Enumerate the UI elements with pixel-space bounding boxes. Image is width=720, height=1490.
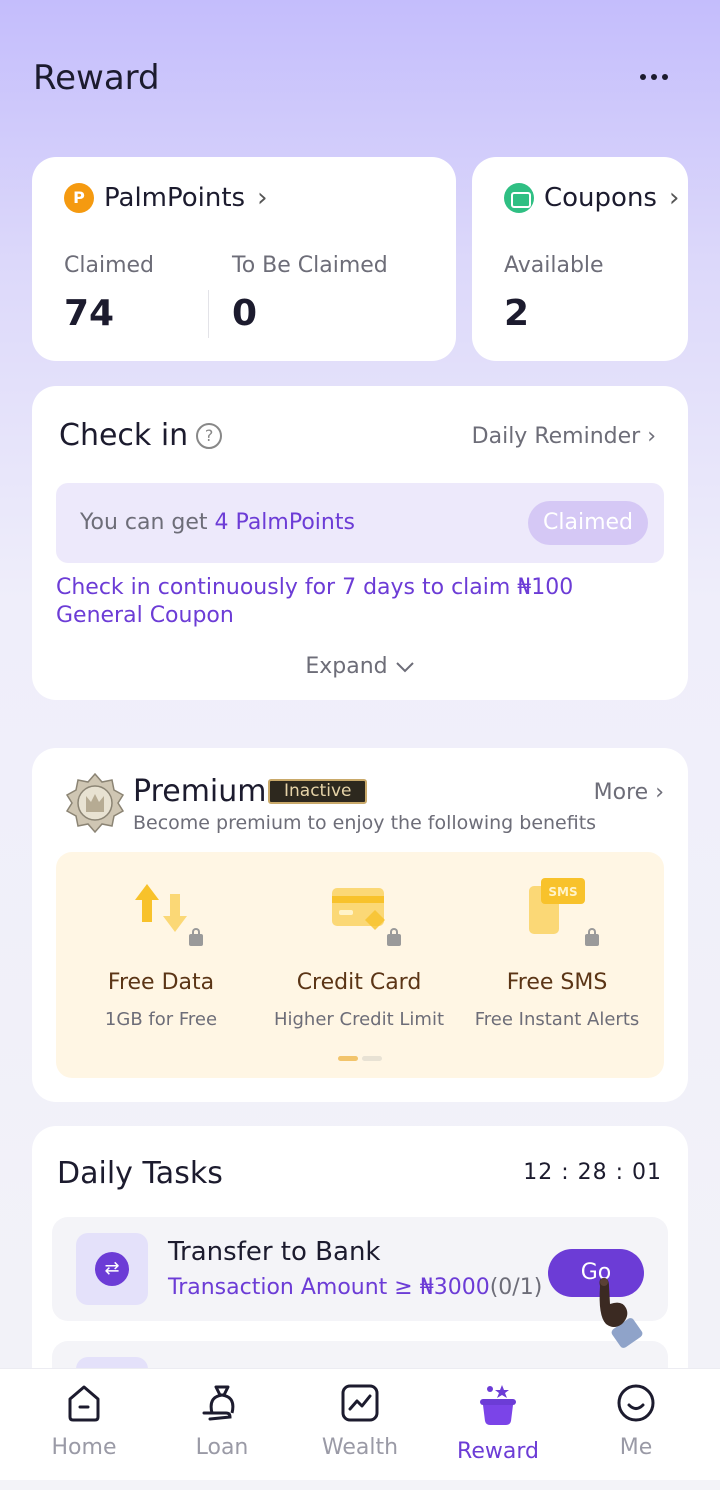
me-smile-icon (617, 1384, 655, 1422)
countdown-timer: 12 : 28 : 01 (523, 1160, 662, 1185)
home-icon (68, 1385, 100, 1422)
task-progress: (0/1) (489, 1275, 543, 1300)
check-in-reward-points: 4 PalmPoints (214, 510, 355, 535)
premium-badge-icon (64, 772, 126, 834)
coupons-header[interactable]: Coupons › (504, 183, 679, 213)
nav-item-reward[interactable]: Reward (438, 1383, 558, 1464)
nav-item-wealth[interactable]: Wealth (300, 1383, 420, 1460)
lock-icon (189, 928, 203, 946)
task-requirement-text: Transaction Amount ≥ ₦3000 (168, 1275, 490, 1300)
coupons-card[interactable]: Coupons › Available 2 (472, 157, 688, 361)
premium-more-link[interactable]: More › (594, 780, 664, 805)
page-title: Reward (33, 58, 160, 98)
chevron-right-icon: › (655, 780, 664, 805)
pointing-hand-icon (592, 1276, 652, 1352)
nav-label: Me (619, 1435, 653, 1460)
available-value: 2 (504, 293, 530, 334)
credit-card-icon (329, 878, 401, 946)
claimed-value: 74 (64, 293, 115, 334)
reward-pot-icon (480, 1385, 516, 1425)
indicator-dot (362, 1056, 382, 1061)
premium-card: Premium Inactive Become premium to enjoy… (32, 748, 688, 1102)
nav-label: Home (51, 1435, 117, 1460)
system-nav-bar (0, 1480, 720, 1490)
benefit-credit-card[interactable]: Credit Card Higher Credit Limit (258, 872, 460, 1030)
benefit-desc: Higher Credit Limit (273, 1009, 445, 1030)
expand-button[interactable]: Expand (32, 654, 688, 679)
chevron-down-icon (395, 654, 415, 679)
nav-item-me[interactable]: Me (576, 1383, 696, 1460)
claimed-label: Claimed (64, 253, 154, 278)
palmpoints-title: PalmPoints (104, 183, 246, 213)
nav-label: Reward (457, 1439, 539, 1464)
task-requirement: Transaction Amount ≥ ₦3000(0/1) (168, 1275, 542, 1300)
help-icon[interactable]: ? (196, 422, 223, 449)
daily-tasks-card: Daily Tasks 12 : 28 : 01 ⇄ Transfer to B… (32, 1126, 688, 1406)
coupon-icon (504, 183, 534, 213)
indicator-dot-active (338, 1056, 358, 1061)
carousel-page-indicator (338, 1056, 382, 1061)
lock-icon (387, 928, 401, 946)
benefit-free-sms[interactable]: SMS Free SMS Free Instant Alerts (456, 872, 658, 1030)
bottom-nav: Home Loan Wealth Reward Me (0, 1368, 720, 1480)
benefit-name: Credit Card (296, 970, 422, 995)
check-in-reward-text: You can get 4 PalmPoints (80, 510, 355, 535)
more-dots-icon[interactable] (636, 66, 672, 88)
benefit-desc: Free Instant Alerts (474, 1009, 640, 1030)
premium-subtitle: Become premium to enjoy the following be… (133, 812, 597, 834)
nav-item-loan[interactable]: Loan (162, 1383, 282, 1460)
sms-icon: SMS (527, 878, 599, 946)
loan-bag-icon (202, 1385, 235, 1421)
daily-tasks-title: Daily Tasks (57, 1156, 223, 1191)
check-in-streak-note: Check in continuously for 7 days to clai… (56, 575, 574, 628)
nav-label: Loan (195, 1435, 249, 1460)
nav-label: Wealth (321, 1435, 399, 1460)
nav-item-home[interactable]: Home (24, 1383, 144, 1460)
daily-reminder-label: Daily Reminder (471, 424, 641, 449)
premium-benefits-carousel[interactable]: Free Data 1GB for Free Credit Card Highe… (56, 852, 664, 1078)
chevron-right-icon: › (257, 183, 268, 213)
benefit-free-data[interactable]: Free Data 1GB for Free (60, 872, 262, 1030)
benefit-name: Free SMS (506, 970, 608, 995)
divider (208, 290, 209, 338)
expand-label: Expand (305, 654, 388, 679)
benefit-desc: 1GB for Free (104, 1009, 218, 1030)
task-name: Transfer to Bank (168, 1237, 381, 1267)
check-in-card: Check in ? Daily Reminder › You can get … (32, 386, 688, 700)
palmpoints-coin-icon (64, 183, 94, 213)
premium-more-label: More (593, 780, 649, 805)
chevron-right-icon: › (647, 424, 656, 449)
palmpoints-header[interactable]: PalmPoints › (64, 183, 268, 213)
wealth-chart-icon (341, 1384, 379, 1422)
coupons-title: Coupons (544, 183, 657, 213)
premium-title: Premium (133, 774, 267, 809)
chevron-right-icon: › (668, 183, 680, 213)
to-be-claimed-value: 0 (232, 293, 258, 334)
check-in-reward-prefix: You can get (80, 510, 215, 535)
benefit-name: Free Data (107, 970, 215, 995)
available-label: Available (504, 253, 604, 278)
task-item[interactable]: ⇄ Transfer to Bank Transaction Amount ≥ … (52, 1217, 668, 1321)
palmpoints-card[interactable]: PalmPoints › Claimed 74 To Be Claimed 0 (32, 157, 456, 361)
lock-icon (585, 928, 599, 946)
check-in-header: Check in ? (59, 418, 223, 453)
daily-reminder-link[interactable]: Daily Reminder › (472, 424, 656, 449)
premium-status-badge: Inactive (268, 779, 368, 804)
to-be-claimed-label: To Be Claimed (232, 253, 388, 278)
check-in-reward-box: You can get 4 PalmPoints Claimed (56, 483, 664, 563)
svg-text:SMS: SMS (548, 885, 577, 899)
check-in-title: Check in (59, 418, 189, 453)
data-arrows-icon (131, 878, 203, 946)
swap-arrows-icon: ⇄ (95, 1252, 129, 1286)
claimed-button[interactable]: Claimed (528, 501, 648, 545)
transfer-icon: ⇄ (76, 1233, 148, 1305)
